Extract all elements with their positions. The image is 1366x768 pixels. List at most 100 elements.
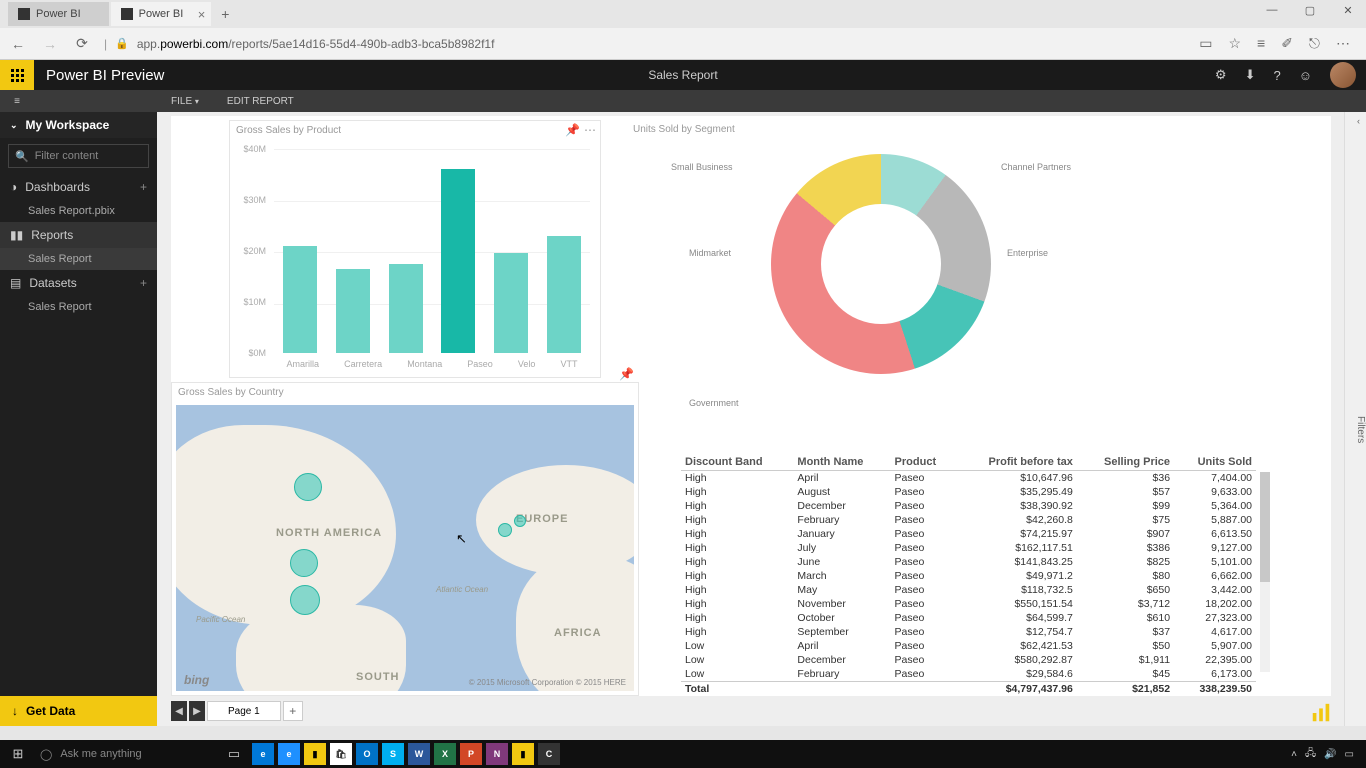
- page-tab[interactable]: Page 1: [207, 701, 281, 721]
- avatar[interactable]: [1330, 62, 1356, 88]
- onenote-icon[interactable]: N: [486, 743, 508, 765]
- hub-icon[interactable]: ≡: [1257, 35, 1265, 52]
- table-row[interactable]: LowDecemberPaseo$580,292.87$1,91122,395.…: [681, 653, 1256, 667]
- refresh-icon[interactable]: ⟳: [72, 35, 92, 52]
- download-icon[interactable]: ⬇: [1245, 67, 1256, 83]
- edge-icon[interactable]: e: [252, 743, 274, 765]
- get-data-button[interactable]: ↓Get Data: [0, 696, 157, 726]
- table-row[interactable]: HighFebruaryPaseo$42,260.8$755,887.00: [681, 513, 1256, 527]
- feedback-icon[interactable]: ☺: [1299, 68, 1312, 83]
- favorite-icon[interactable]: ☆: [1228, 35, 1241, 52]
- bar[interactable]: [494, 253, 528, 353]
- table-row[interactable]: HighJanuaryPaseo$74,215.97$9076,613.50: [681, 527, 1256, 541]
- network-icon[interactable]: 🖧: [1305, 746, 1316, 763]
- pin-icon[interactable]: 📌: [565, 123, 580, 137]
- bar-chart-visual[interactable]: Gross Sales by Product 📌⋯ $40M $30M $20M…: [229, 120, 601, 378]
- table-row[interactable]: HighMayPaseo$118,732.5$6503,442.00: [681, 583, 1256, 597]
- excel-icon[interactable]: X: [434, 743, 456, 765]
- data-table: Discount Band Month Name Product Profit …: [681, 454, 1256, 696]
- volume-icon[interactable]: 🔊: [1324, 749, 1336, 760]
- outlook-icon[interactable]: O: [356, 743, 378, 765]
- hamburger-icon[interactable]: ≡: [0, 96, 34, 107]
- reading-icon[interactable]: ▭: [1199, 35, 1212, 52]
- table-row[interactable]: HighAugustPaseo$35,295.49$579,633.00: [681, 485, 1256, 499]
- sidebar-item[interactable]: Sales Report.pbix: [0, 200, 157, 222]
- more-icon[interactable]: ⋯: [584, 123, 596, 137]
- note-icon[interactable]: ✐: [1281, 35, 1293, 52]
- task-view-icon[interactable]: ▭: [220, 742, 248, 766]
- tray-chevron-icon[interactable]: ˄: [1291, 749, 1297, 760]
- taskbar-search[interactable]: ◯Ask me anything: [36, 743, 216, 765]
- share-icon[interactable]: ⎋: [1309, 35, 1320, 52]
- filters-pane-toggle[interactable]: ‹Filters: [1344, 112, 1366, 726]
- table-visual[interactable]: Discount Band Month Name Product Profit …: [681, 454, 1256, 696]
- table-row[interactable]: LowAprilPaseo$62,421.53$505,907.00: [681, 639, 1256, 653]
- bar[interactable]: [389, 264, 423, 353]
- more-icon[interactable]: ⋯: [1336, 35, 1350, 52]
- bar[interactable]: [441, 169, 475, 353]
- table-row[interactable]: HighJunePaseo$141,843.25$8255,101.00: [681, 555, 1256, 569]
- url-field[interactable]: | 🔒 app.powerbi.com/reports/5ae14d16-55d…: [104, 37, 1187, 51]
- ie-icon[interactable]: e: [278, 743, 300, 765]
- browser-tab[interactable]: Power BI: [8, 2, 109, 26]
- explorer-icon[interactable]: ▮: [304, 743, 326, 765]
- new-tab-button[interactable]: +: [213, 2, 237, 26]
- datasets-section[interactable]: ▤Datasets+: [0, 270, 157, 296]
- help-icon[interactable]: ?: [1273, 68, 1280, 83]
- sidebar-item[interactable]: Sales Report: [0, 296, 157, 318]
- donut[interactable]: [771, 154, 991, 374]
- filter-input[interactable]: 🔍Filter content: [8, 144, 149, 168]
- reports-section[interactable]: ▮▮Reports: [0, 222, 157, 248]
- scroll-thumb[interactable]: [1260, 472, 1270, 582]
- maximize-icon[interactable]: ▢: [1296, 4, 1324, 17]
- table-row[interactable]: HighNovemberPaseo$550,151.54$3,71218,202…: [681, 597, 1256, 611]
- browser-tab-active[interactable]: Power BI×: [111, 2, 212, 26]
- app-icon[interactable]: C: [538, 743, 560, 765]
- pin-icon[interactable]: 📌: [619, 367, 634, 381]
- notifications-icon[interactable]: ▭: [1345, 749, 1354, 760]
- back-icon[interactable]: ←: [8, 36, 28, 52]
- bar[interactable]: [283, 246, 317, 353]
- map-area[interactable]: NORTH AMERICA EUROPE AFRICA SOUTH Pacifi…: [176, 405, 634, 691]
- close-icon[interactable]: ×: [198, 7, 206, 22]
- scrollbar[interactable]: [1260, 472, 1270, 672]
- powerbi-icon[interactable]: ▮: [512, 743, 534, 765]
- start-icon[interactable]: ⊞: [4, 742, 32, 766]
- minimize-icon[interactable]: —: [1258, 4, 1286, 17]
- table-row[interactable]: LowFebruaryPaseo$29,584.6$456,173.00: [681, 667, 1256, 682]
- table-row[interactable]: HighSeptemberPaseo$12,754.7$374,617.00: [681, 625, 1256, 639]
- file-menu[interactable]: FILE ▾: [157, 96, 213, 107]
- forward-icon[interactable]: →: [40, 36, 60, 52]
- table-row[interactable]: HighAprilPaseo$10,647.96$367,404.00: [681, 471, 1256, 486]
- map-bubble[interactable]: [498, 523, 512, 537]
- add-icon[interactable]: +: [140, 276, 147, 290]
- dashboards-section[interactable]: ◑Dashboards+: [0, 174, 157, 200]
- map-visual[interactable]: Gross Sales by Country 📌 NORTH AMERICA E…: [171, 382, 639, 696]
- word-icon[interactable]: W: [408, 743, 430, 765]
- store-icon[interactable]: 🛍: [330, 743, 352, 765]
- edit-report-button[interactable]: EDIT REPORT: [213, 96, 308, 107]
- app-launcher[interactable]: [0, 60, 34, 90]
- sidebar-item[interactable]: Sales Report: [0, 248, 157, 270]
- table-row[interactable]: HighMarchPaseo$49,971.2$806,662.00: [681, 569, 1256, 583]
- workspace-selector[interactable]: ⌄My Workspace: [0, 112, 157, 138]
- gear-icon[interactable]: ⚙: [1215, 67, 1227, 83]
- donut-chart-visual[interactable]: Units Sold by Segment Small Business Cha…: [631, 120, 1311, 430]
- close-icon[interactable]: ✕: [1334, 4, 1362, 17]
- bar[interactable]: [547, 236, 581, 353]
- next-page-icon[interactable]: ▶: [189, 701, 205, 721]
- nav-sidebar: ⌄My Workspace 🔍Filter content ◑Dashboard…: [0, 112, 157, 726]
- add-icon[interactable]: +: [140, 180, 147, 194]
- table-row[interactable]: HighDecemberPaseo$38,390.92$995,364.00: [681, 499, 1256, 513]
- powerpoint-icon[interactable]: P: [460, 743, 482, 765]
- bar[interactable]: [336, 269, 370, 353]
- add-page-button[interactable]: +: [283, 701, 303, 721]
- table-row[interactable]: HighOctoberPaseo$64,599.7$61027,323.00: [681, 611, 1256, 625]
- skype-icon[interactable]: S: [382, 743, 404, 765]
- table-row[interactable]: HighJulyPaseo$162,117.51$3869,127.00: [681, 541, 1256, 555]
- map-bubble[interactable]: [290, 585, 320, 615]
- prev-page-icon[interactable]: ◀: [171, 701, 187, 721]
- map-bubble[interactable]: [294, 473, 322, 501]
- map-bubble[interactable]: [514, 515, 526, 527]
- map-bubble[interactable]: [290, 549, 318, 577]
